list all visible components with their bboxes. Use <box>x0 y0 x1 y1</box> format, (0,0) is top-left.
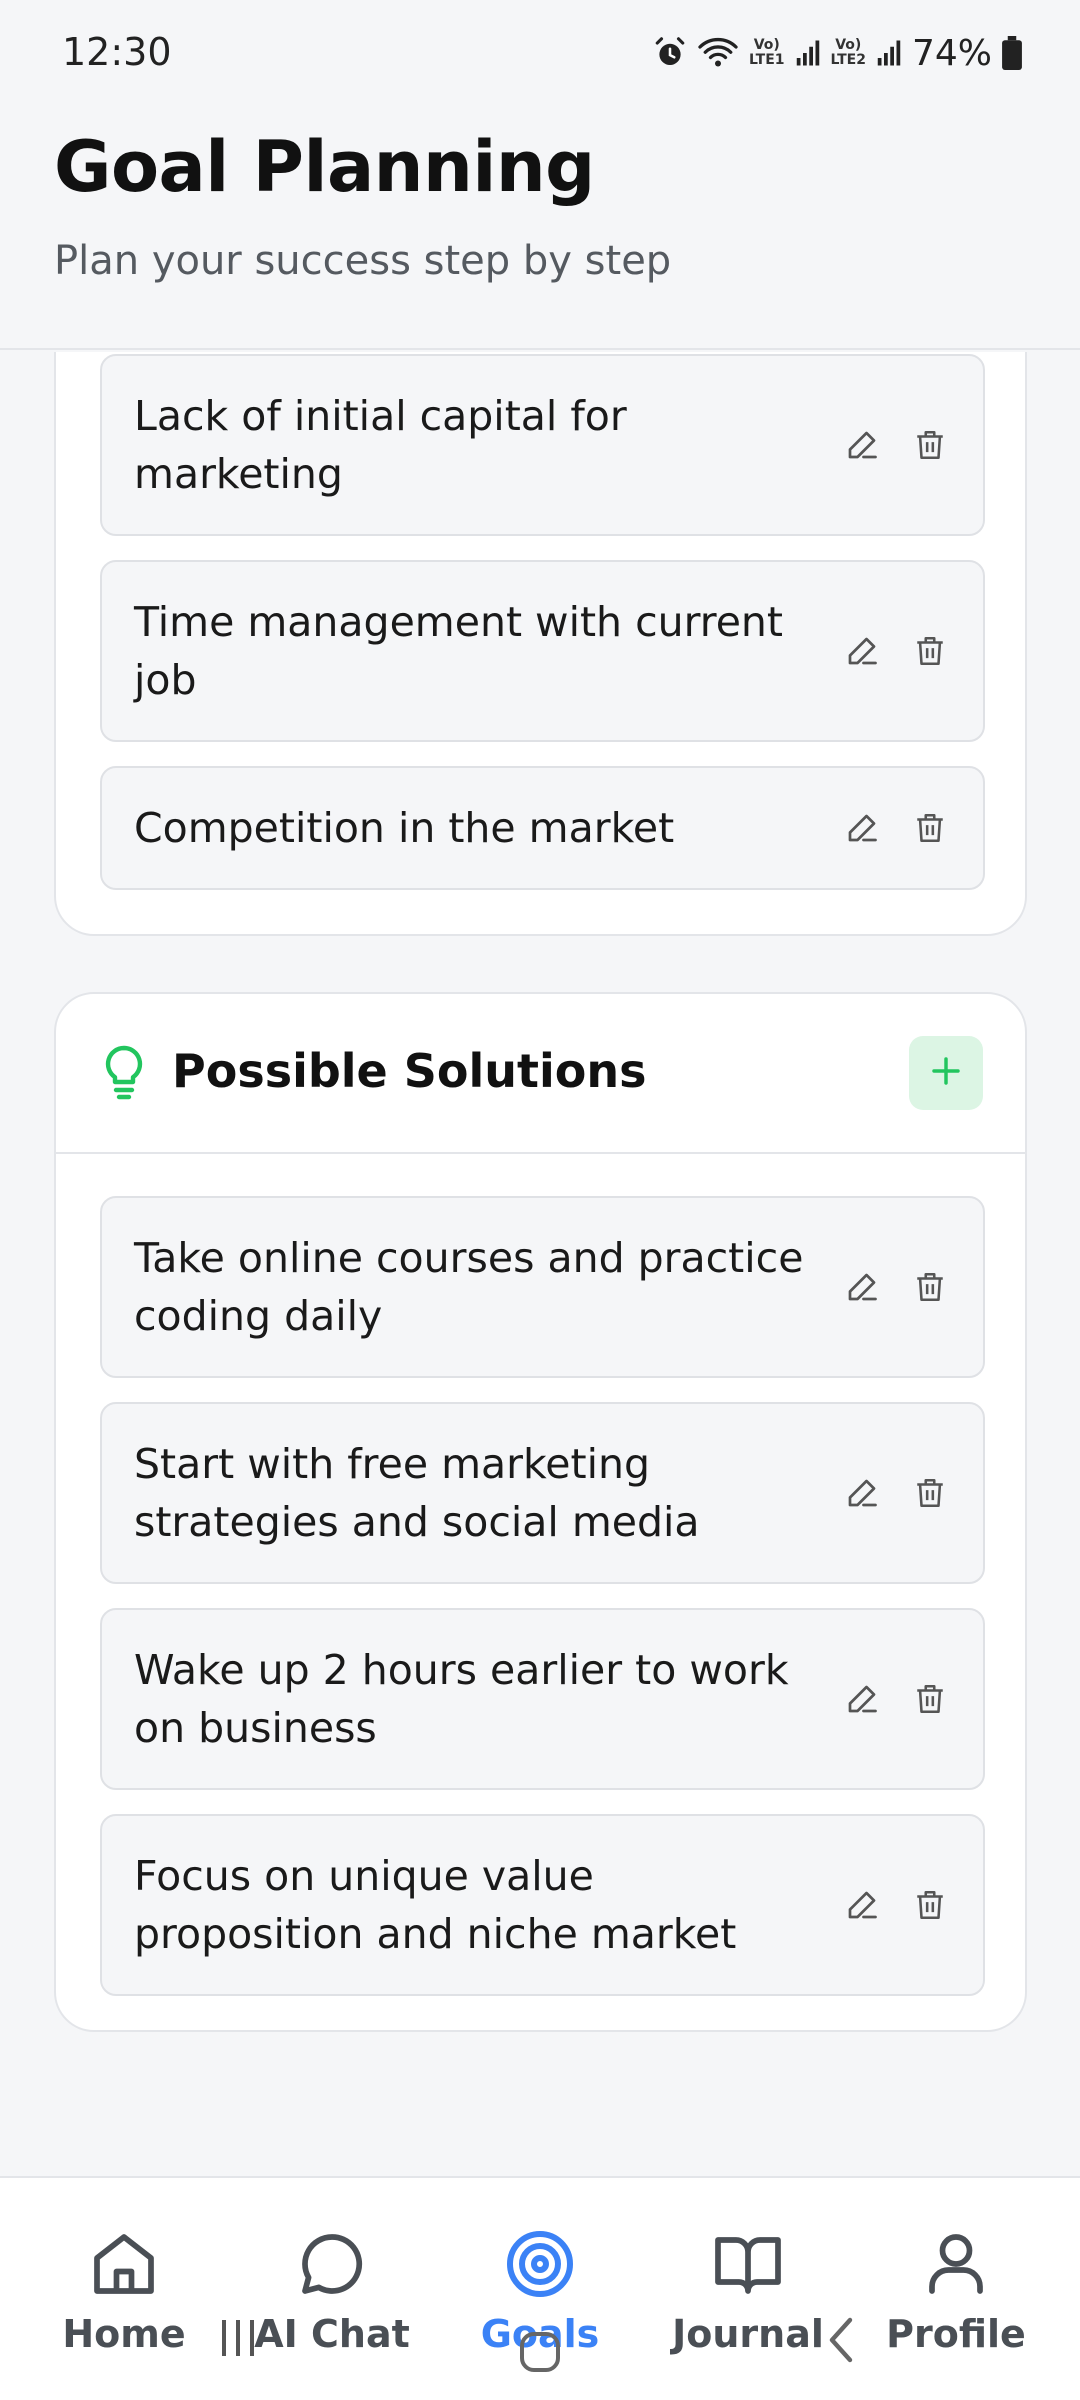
trash-icon[interactable] <box>911 1474 949 1512</box>
lightbulb-icon <box>102 1044 146 1105</box>
solution-text: Take online courses and practice coding … <box>134 1234 804 1340</box>
edit-icon[interactable] <box>843 809 881 847</box>
user-icon <box>920 2228 992 2305</box>
challenge-item[interactable]: Lack of initial capital for marketing <box>100 354 985 536</box>
solution-item[interactable]: Take online courses and practice coding … <box>100 1196 985 1378</box>
sim2-label: Vo) LTE2 <box>830 37 866 68</box>
edit-icon[interactable] <box>843 426 881 464</box>
back-icon[interactable] <box>826 2316 856 2369</box>
edit-icon[interactable] <box>843 1474 881 1512</box>
bottom-nav: Home AI Chat Goals Journal Profile <box>0 2176 1080 2400</box>
solution-item[interactable]: Start with free marketing strategies and… <box>100 1402 985 1584</box>
plus-icon <box>930 1055 962 1092</box>
sim1-text: LTE1 <box>749 52 785 68</box>
challenges-card: Lack of initial capital for marketing Ti… <box>54 352 1027 936</box>
scroll-content[interactable]: Lack of initial capital for marketing Ti… <box>0 352 1080 2176</box>
trash-icon[interactable] <box>911 809 949 847</box>
nav-journal[interactable]: Journal <box>648 2178 848 2400</box>
home-system-icon[interactable] <box>518 2330 562 2379</box>
challenge-text: Lack of initial capital for marketing <box>134 392 627 498</box>
solution-text: Wake up 2 hours earlier to work on busin… <box>134 1646 789 1752</box>
sim1-label: Vo) LTE1 <box>749 37 785 68</box>
nav-home[interactable]: Home <box>24 2178 224 2400</box>
challenge-text: Time management with current job <box>134 598 783 704</box>
sim2-text: LTE2 <box>830 52 866 68</box>
item-actions <box>843 1474 949 1512</box>
solution-text: Start with free marketing strategies and… <box>134 1440 700 1546</box>
edit-icon[interactable] <box>843 1886 881 1924</box>
item-actions <box>843 1268 949 1306</box>
nav-home-label: Home <box>62 2312 186 2356</box>
item-actions <box>843 809 949 847</box>
status-time: 12:30 <box>62 30 172 74</box>
solutions-title: Possible Solutions <box>172 1044 647 1098</box>
solutions-card: Possible Solutions Take online courses a… <box>54 992 1027 2032</box>
alarm-icon <box>653 36 687 70</box>
chat-icon <box>296 2228 368 2305</box>
target-icon <box>504 2228 576 2305</box>
page-title: Goal Planning <box>54 126 595 208</box>
item-actions <box>843 1680 949 1718</box>
trash-icon[interactable] <box>911 632 949 670</box>
battery-percent: 74% <box>911 32 992 74</box>
battery-icon <box>1002 36 1022 70</box>
item-actions <box>843 1886 949 1924</box>
status-bar: 12:30 Vo) LTE1 Vo) LTE2 74% <box>0 0 1080 110</box>
edit-icon[interactable] <box>843 632 881 670</box>
add-solution-button[interactable] <box>909 1036 983 1110</box>
status-icons: Vo) LTE1 Vo) LTE2 74% <box>653 28 1022 78</box>
nav-journal-label: Journal <box>672 2312 824 2356</box>
nav-ai-chat-label: AI Chat <box>254 2312 410 2356</box>
solution-text: Focus on unique value proposition and ni… <box>134 1852 737 1958</box>
recent-apps-icon[interactable] <box>218 2316 258 2365</box>
signal-icon <box>795 38 821 68</box>
page-header: Goal Planning Plan your success step by … <box>0 110 1080 350</box>
nav-ai-chat[interactable]: AI Chat <box>232 2178 432 2400</box>
item-actions <box>843 632 949 670</box>
solution-item[interactable]: Wake up 2 hours earlier to work on busin… <box>100 1608 985 1790</box>
home-icon <box>88 2228 160 2305</box>
trash-icon[interactable] <box>911 1886 949 1924</box>
trash-icon[interactable] <box>911 1680 949 1718</box>
wifi-icon <box>697 35 739 71</box>
edit-icon[interactable] <box>843 1268 881 1306</box>
solutions-header: Possible Solutions <box>56 994 1025 1154</box>
item-actions <box>843 426 949 464</box>
challenge-item[interactable]: Time management with current job <box>100 560 985 742</box>
challenge-text: Competition in the market <box>134 804 675 852</box>
book-icon <box>712 2228 784 2305</box>
page-subtitle: Plan your success step by step <box>54 238 672 284</box>
challenge-item[interactable]: Competition in the market <box>100 766 985 890</box>
edit-icon[interactable] <box>843 1680 881 1718</box>
trash-icon[interactable] <box>911 426 949 464</box>
signal-icon <box>876 38 902 68</box>
solution-item[interactable]: Focus on unique value proposition and ni… <box>100 1814 985 1996</box>
trash-icon[interactable] <box>911 1268 949 1306</box>
nav-profile[interactable]: Profile <box>856 2178 1056 2400</box>
nav-profile-label: Profile <box>886 2312 1026 2356</box>
